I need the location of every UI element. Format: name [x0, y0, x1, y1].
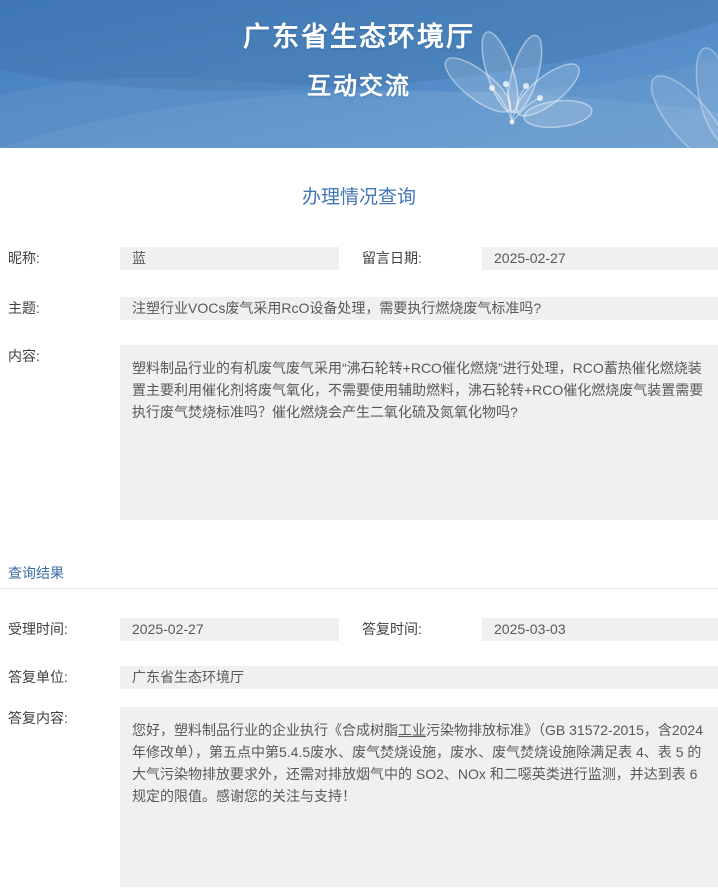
nickname-date-row: 昵称: 蓝 留言日期: 2025-02-27: [0, 247, 718, 270]
message-date-field: 2025-02-27: [482, 247, 718, 270]
reply-unit-label: 答复单位:: [8, 669, 68, 685]
reply-unit-row: 答复单位: 广东省生态环境厅: [0, 666, 718, 689]
reply-unit-field: 广东省生态环境厅: [120, 666, 718, 689]
result-section-title: 查询结果: [8, 565, 64, 581]
nickname-label: 昵称:: [8, 250, 40, 266]
subject-label: 主题:: [8, 300, 40, 316]
nickname-field: 蓝: [120, 247, 339, 270]
page-title: 办理情况查询: [301, 187, 416, 208]
reply-content-label: 答复内容:: [8, 710, 68, 726]
reply-time-field: 2025-03-03: [482, 618, 718, 641]
accept-time-field: 2025-02-27: [120, 618, 339, 641]
main-content: 办理情况查询 昵称: 蓝 留言日期: 2025-02-27 主题: 注塑行业VO…: [0, 182, 718, 887]
reply-text-part1: 您好，塑料制品行业的企业执行《合成树脂: [132, 722, 398, 738]
message-date-label: 留言日期:: [362, 250, 422, 266]
site-title: 广东省生态环境厅: [243, 22, 475, 52]
accept-reply-time-row: 受理时间: 2025-02-27 答复时间: 2025-03-03: [0, 618, 718, 641]
reply-time-label: 答复时间:: [362, 621, 422, 637]
subject-field: 注塑行业VOCs废气采用RcO设备处理，需要执行燃烧废气标准吗?: [120, 297, 718, 320]
reply-content-row: 答复内容: 您好，塑料制品行业的企业执行《合成树脂工业污染物排放标准》（GB 3…: [0, 707, 718, 887]
content-row: 内容: 塑料制品行业的有机废气废气采用“沸石轮转+RCO催化燃烧”进行处理，RC…: [0, 345, 718, 520]
site-subtitle: 互动交流: [307, 73, 411, 100]
subject-row: 主题: 注塑行业VOCs废气采用RcO设备处理，需要执行燃烧废气标准吗?: [0, 297, 718, 320]
reply-content-field: 您好，塑料制品行业的企业执行《合成树脂工业污染物排放标准》（GB 31572-2…: [120, 707, 718, 887]
accept-time-label: 受理时间:: [8, 621, 68, 637]
header-banner: 广东省生态环境厅 互动交流: [0, 0, 718, 148]
reply-text-underlined: 工业: [398, 722, 426, 738]
section-divider: [0, 588, 718, 589]
content-label: 内容:: [8, 348, 40, 364]
content-field: 塑料制品行业的有机废气废气采用“沸石轮转+RCO催化燃烧”进行处理，RCO蓄热催…: [120, 345, 718, 520]
